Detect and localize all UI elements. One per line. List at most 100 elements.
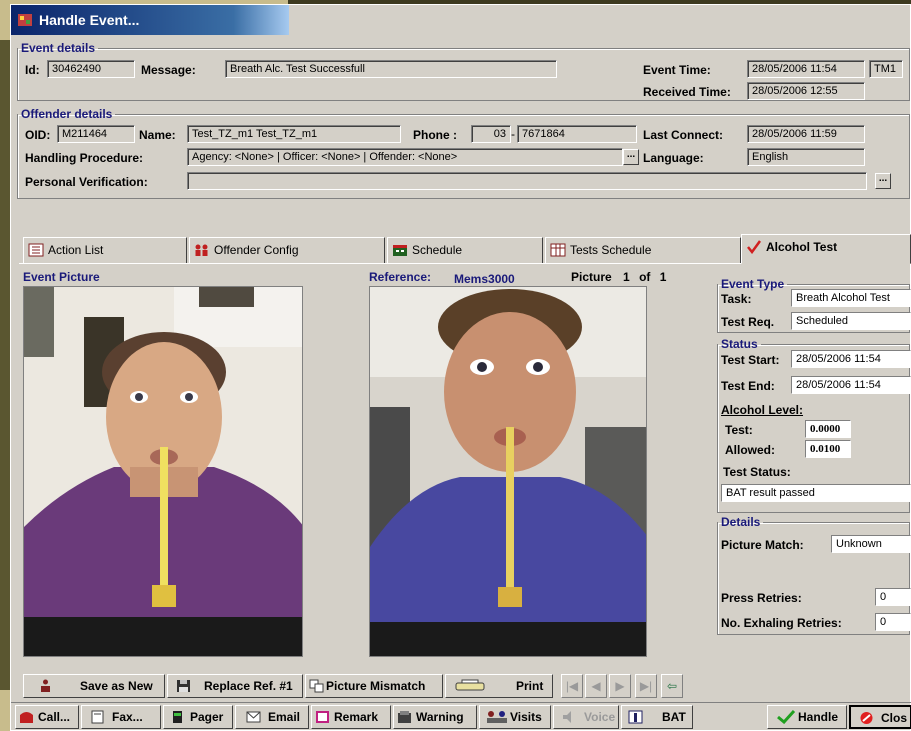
last-connect-field[interactable]: 28/05/2006 11:59 — [747, 125, 865, 143]
bat-button[interactable]: BAT — [621, 705, 693, 729]
first-picture-button[interactable]: |◀ — [561, 674, 583, 698]
event-photo-image — [24, 287, 302, 656]
alcohol-test-label: Test: — [725, 423, 753, 437]
app-icon — [18, 14, 32, 26]
compare-pictures-icon — [309, 679, 324, 693]
alcohol-level-label: Alcohol Level: — [721, 403, 804, 417]
offender-details-legend: Offender details — [21, 107, 113, 121]
tab-schedule[interactable]: Schedule — [387, 237, 543, 263]
visits-button[interactable]: Visits — [479, 705, 551, 729]
people-icon — [195, 244, 208, 256]
picture-of: of — [639, 270, 651, 284]
name-label: Name: — [139, 128, 176, 142]
event-picture[interactable] — [23, 286, 303, 657]
name-field[interactable]: Test_TZ_m1 Test_TZ_m1 — [187, 125, 401, 143]
phone-prefix-field[interactable]: 03 — [471, 125, 511, 143]
received-time-field[interactable]: 28/05/2006 12:55 — [747, 82, 865, 100]
window-titlebar[interactable]: Handle Event... — [11, 5, 289, 35]
reference-photo-image — [370, 287, 646, 656]
alcohol-allowed-field[interactable]: 0.0100 — [805, 440, 851, 458]
picture-match-field[interactable]: Unknown — [831, 535, 911, 553]
event-details-legend: Event details — [21, 41, 96, 55]
print-button[interactable]: Print — [445, 674, 553, 698]
close-icon — [860, 712, 873, 724]
tab-alcohol-test[interactable]: Alcohol Test — [741, 234, 911, 264]
test-req-label: Test Req. — [721, 315, 775, 329]
fax-label: Fax... — [112, 710, 143, 724]
test-req-field[interactable]: Scheduled — [791, 312, 911, 330]
last-icon: ▶| — [639, 679, 653, 693]
warning-label: Warning — [416, 710, 464, 724]
call-button[interactable]: Call... — [15, 705, 79, 729]
email-button[interactable]: Email — [235, 705, 309, 729]
personal-verification-field[interactable] — [187, 172, 867, 190]
calendar-icon — [550, 243, 566, 257]
tab-offender-config[interactable]: Offender Config — [189, 237, 385, 263]
voice-label: Voice — [584, 710, 616, 724]
test-end-label: Test End: — [721, 379, 775, 393]
replace-ref-button[interactable]: Replace Ref. #1 — [167, 674, 303, 698]
event-time-field[interactable]: 28/05/2006 11:54 — [747, 60, 865, 78]
exhaling-retries-field[interactable]: 0 — [875, 613, 911, 631]
oid-field[interactable]: M211464 — [57, 125, 135, 143]
email-icon — [246, 711, 261, 723]
press-retries-field[interactable]: 0 — [875, 588, 911, 606]
event-picture-label: Event Picture — [23, 270, 100, 284]
next-picture-button[interactable]: ▶ — [609, 674, 631, 698]
fax-button[interactable]: Fax... — [81, 705, 161, 729]
test-status-field[interactable]: BAT result passed — [721, 484, 911, 502]
picture-total: 1 — [659, 270, 667, 284]
voice-button[interactable]: Voice — [553, 705, 619, 729]
message-label: Message: — [141, 63, 196, 77]
test-start-field[interactable]: 28/05/2006 11:54 — [791, 350, 911, 368]
language-field[interactable]: English — [747, 148, 865, 166]
warning-icon — [398, 711, 411, 723]
phone-number-field[interactable]: 7671864 — [517, 125, 637, 143]
window-title: Handle Event... — [39, 12, 140, 28]
check-icon — [747, 240, 762, 254]
press-retries-label: Press Retries: — [721, 591, 802, 605]
tab-action-list-label: Action List — [48, 243, 104, 257]
back-arrow-button[interactable]: ⇦ — [661, 674, 683, 698]
save-as-new-button[interactable]: Save as New — [23, 674, 165, 698]
test-end-field[interactable]: 28/05/2006 11:54 — [791, 376, 911, 394]
phone-label: Phone : — [413, 128, 457, 142]
pager-icon — [173, 711, 182, 723]
event-time-tag-field[interactable]: TM1 — [869, 60, 903, 78]
alcohol-test-field[interactable]: 0.0000 — [805, 420, 851, 438]
status-legend: Status — [721, 337, 758, 351]
floppy-disk-icon — [177, 680, 190, 692]
printer-icon — [455, 679, 485, 691]
last-connect-label: Last Connect: — [643, 128, 724, 142]
exhaling-retries-label: No. Exhaling Retries: — [721, 616, 842, 630]
id-field[interactable]: 30462490 — [47, 60, 135, 78]
handling-procedure-field[interactable]: Agency: <None> | Officer: <None> | Offen… — [187, 148, 623, 166]
phone-separator: - — [511, 127, 515, 141]
received-time-label: Received Time: — [643, 85, 731, 99]
pager-label: Pager — [190, 710, 224, 724]
previous-icon: ◀ — [591, 679, 601, 693]
remark-button[interactable]: Remark — [311, 705, 391, 729]
handling-procedure-browse-button[interactable]: ... — [623, 149, 639, 165]
task-field[interactable]: Breath Alcohol Test — [791, 289, 911, 307]
phone-icon — [20, 712, 33, 723]
previous-picture-button[interactable]: ◀ — [585, 674, 607, 698]
remark-icon — [316, 711, 329, 723]
call-label: Call... — [38, 710, 71, 724]
language-label: Language: — [643, 151, 704, 165]
handle-button[interactable]: Handle — [767, 705, 847, 729]
picture-counter-label: Picture — [571, 270, 612, 284]
reference-picture[interactable] — [369, 286, 647, 657]
warning-button[interactable]: Warning — [393, 705, 477, 729]
last-picture-button[interactable]: ▶| — [635, 674, 657, 698]
tab-action-list[interactable]: Action List — [23, 237, 187, 263]
replace-ref-label: Replace Ref. #1 — [204, 679, 293, 693]
tab-tests-schedule[interactable]: Tests Schedule — [545, 237, 741, 263]
message-field[interactable]: Breath Alc. Test Successfull — [225, 60, 557, 78]
close-button[interactable]: Clos — [849, 705, 911, 729]
picture-mismatch-button[interactable]: Picture Mismatch — [305, 674, 443, 698]
personal-verification-browse-button[interactable]: ... — [875, 173, 891, 189]
pager-button[interactable]: Pager — [163, 705, 233, 729]
reference-value: Mems3000 — [454, 272, 515, 286]
close-label: Clos — [881, 711, 908, 725]
